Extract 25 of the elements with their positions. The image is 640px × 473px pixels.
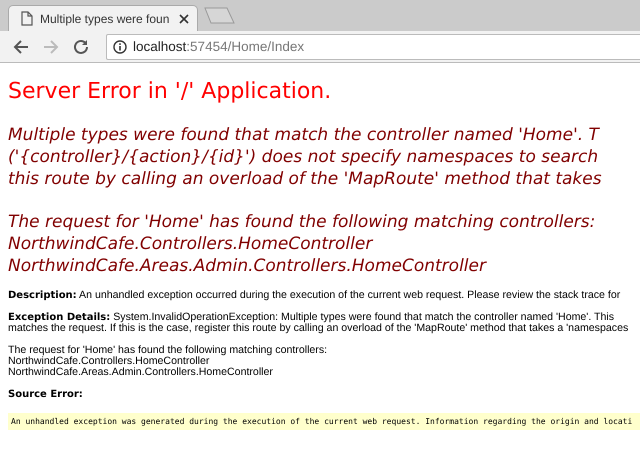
error-message: ('{controller}/{action}/{id}') does not specify namespaces to search	[8, 146, 600, 168]
exception-text: NorthwindCafe.Controllers.HomeController	[8, 356, 210, 367]
info-icon[interactable]	[113, 40, 127, 54]
error-message: Multiple types were found that match the controller named 'Home'. T	[8, 124, 601, 146]
url-text: localhost:57454/Home/Index	[133, 39, 304, 54]
exception-text: System.InvalidOperationException: Multiple types were found that match the controller named 'Home'. This	[113, 311, 614, 323]
error-title: Server Error in '/' Application.	[8, 79, 332, 104]
section-label: Exception Details:	[8, 312, 110, 323]
close-icon[interactable]	[179, 14, 189, 24]
exception-text: NorthwindCafe.Areas.Admin.Controllers.HomeController	[8, 367, 274, 378]
section-label: Description:	[8, 290, 77, 301]
browser-tab[interactable]: Multiple types were foun	[8, 5, 198, 31]
back-icon[interactable]	[12, 38, 30, 56]
error-message: NorthwindCafe.Areas.Admin.Controllers.HomeController	[8, 255, 488, 277]
address-bar[interactable]: localhost:57454/Home/Index	[106, 34, 640, 60]
error-message: NorthwindCafe.Controllers.HomeController	[8, 233, 374, 255]
code-block: An unhandled exception was generated during the execution of the current web request. Information regarding the origin and locati	[8, 413, 640, 430]
section-label: Source Error:	[8, 389, 83, 400]
exception-text: matches the request. If this is the case, register this route by calling an overload of the 'MapRoute' method that takes a 'namespaces	[8, 323, 630, 334]
error-message: The request for 'Home' has found the following matching controllers:	[8, 211, 596, 233]
description-text: An unhandled exception occurred during the execution of the current web request. Please review the stack trace for	[79, 289, 620, 301]
exception-text: The request for 'Home' has found the following matching controllers:	[8, 345, 328, 356]
page-icon	[21, 11, 33, 26]
error-message: this route by calling an overload of the 'MapRoute' method that takes	[8, 168, 603, 190]
reload-icon[interactable]	[72, 38, 90, 56]
